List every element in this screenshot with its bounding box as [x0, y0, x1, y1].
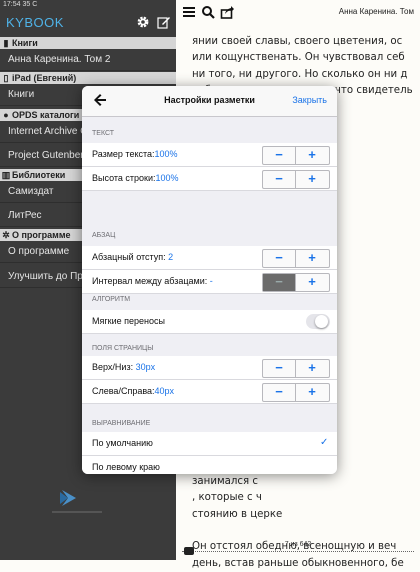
- group-header-algorithm: АЛГОРИТМ: [92, 296, 131, 303]
- horizontal-margin-decrease-button[interactable]: −: [263, 384, 296, 401]
- text-line: , которые с ч: [192, 492, 262, 504]
- text-line: [192, 523, 418, 539]
- app-title: KYBOOK: [6, 15, 64, 30]
- line-height-label: Высота строки:: [92, 173, 156, 183]
- line-height-increase-button[interactable]: +: [296, 171, 328, 188]
- paragraph-spacing-value: -: [209, 276, 213, 286]
- font-size-label: Размер текста:: [92, 149, 155, 159]
- align-option-label: По умолчанию: [92, 438, 153, 448]
- group-header-margins: ПОЛЯ СТРАНИЦЫ: [92, 345, 154, 352]
- indent-value: 2: [168, 252, 174, 262]
- line-height-decrease-button[interactable]: −: [263, 171, 296, 188]
- line-height-stepper: − +: [262, 170, 330, 189]
- share-icon[interactable]: [220, 5, 234, 19]
- hyphenation-label: Мягкие переносы: [92, 316, 165, 326]
- indent-label: Абзацный отступ:: [92, 252, 166, 262]
- close-button[interactable]: Закрыть: [292, 95, 327, 105]
- text-line: стоянию в церке: [192, 508, 283, 520]
- vertical-margin-decrease-button[interactable]: −: [263, 360, 296, 377]
- indent-row: Абзацный отступ: 2 − +: [82, 246, 337, 270]
- info-icon: ✲: [2, 230, 10, 240]
- align-option-left[interactable]: По левому краю: [82, 456, 337, 474]
- paragraph-spacing-label: Интервал между абзацами:: [92, 276, 208, 286]
- edit-icon[interactable]: [157, 15, 171, 29]
- text-line: день, встав раньше обыкновенного, бе: [192, 557, 404, 569]
- app-header: KYBOOK: [0, 8, 176, 36]
- vertical-margin-stepper: − +: [262, 359, 330, 378]
- horizontal-margin-row: Слева/Справа:40px − +: [82, 380, 337, 404]
- library-icon: ▥: [1, 170, 11, 180]
- status-time: 17:54 35 C: [3, 1, 38, 8]
- line-height-row: Высота строки:100% − +: [82, 167, 337, 191]
- group-header-text: ТЕКСТ: [92, 130, 115, 137]
- globe-icon: ●: [3, 110, 9, 120]
- search-icon[interactable]: [201, 5, 215, 19]
- font-size-decrease-button[interactable]: −: [263, 147, 296, 164]
- text-line: ни того, ни другого. Но сколько он ни д: [192, 68, 408, 80]
- sidebar-item-anna-karenina[interactable]: Анна Каренина. Том 2: [0, 49, 176, 71]
- text-line: янии своей славы, своего цветения, ос: [192, 36, 403, 47]
- toggle-knob: [315, 315, 328, 328]
- font-size-stepper: − +: [262, 146, 330, 165]
- paragraph-spacing-stepper: − +: [262, 273, 330, 292]
- vertical-margin-row: Верх/Низ: 30px − +: [82, 356, 337, 380]
- hyphenation-toggle[interactable]: [306, 314, 330, 329]
- horizontal-margin-increase-button[interactable]: +: [296, 384, 328, 401]
- horizontal-margin-stepper: − +: [262, 383, 330, 402]
- reader-toolbar: Анна Каренина. Том: [176, 0, 420, 24]
- group-header-paragraph: АБЗАЦ: [92, 232, 116, 239]
- checkmark-icon: ✓: [320, 437, 329, 448]
- font-size-increase-button[interactable]: +: [296, 147, 328, 164]
- watermark-logo: [42, 486, 112, 516]
- paragraph-spacing-row: Интервал между абзацами: - − +: [82, 270, 337, 294]
- font-size-row: Размер текста:100% − +: [82, 143, 337, 167]
- gear-icon[interactable]: [136, 15, 150, 29]
- indent-stepper: − +: [262, 249, 330, 268]
- align-option-default[interactable]: По умолчанию ✓: [82, 432, 337, 456]
- horizontal-margin-label: Слева/Справа:: [92, 386, 155, 396]
- section-ipad: ▯ iPad (Евгений): [0, 72, 176, 84]
- align-option-label: По левому краю: [92, 462, 160, 472]
- group-header-alignment: ВЫРАВНИВАНИЕ: [92, 420, 151, 427]
- book-title: Анна Каренина. Том: [338, 7, 414, 16]
- layout-settings-popover: Настройки разметки Закрыть ТЕКСТ Размер …: [82, 86, 337, 474]
- horizontal-margin-value: 40px: [154, 386, 175, 396]
- line-height-value: 100%: [155, 173, 179, 183]
- menu-icon[interactable]: [182, 5, 196, 19]
- indent-decrease-button[interactable]: −: [263, 250, 296, 267]
- section-books: ▮ Книги: [0, 37, 176, 49]
- text-line: занимался с: [192, 476, 258, 488]
- vertical-margin-label: Верх/Низ:: [92, 362, 134, 372]
- indent-increase-button[interactable]: +: [296, 250, 328, 267]
- page-counter: 7 из 642: [284, 541, 312, 548]
- book-icon: ▮: [3, 38, 9, 48]
- progress-handle[interactable]: [184, 547, 195, 555]
- text-line: или кощунственать. Он чувствовал себ: [192, 52, 405, 64]
- vertical-margin-increase-button[interactable]: +: [296, 360, 328, 377]
- progress-track[interactable]: [182, 551, 414, 554]
- ipad-icon: ▯: [3, 73, 9, 83]
- popover-header: Настройки разметки Закрыть: [82, 86, 337, 117]
- paragraph-spacing-increase-button[interactable]: +: [296, 274, 328, 291]
- vertical-margin-value: 30px: [135, 362, 156, 372]
- font-size-value: 100%: [154, 149, 178, 159]
- paragraph-spacing-decrease-button[interactable]: −: [263, 274, 296, 291]
- hyphenation-row: Мягкие переносы: [82, 310, 337, 334]
